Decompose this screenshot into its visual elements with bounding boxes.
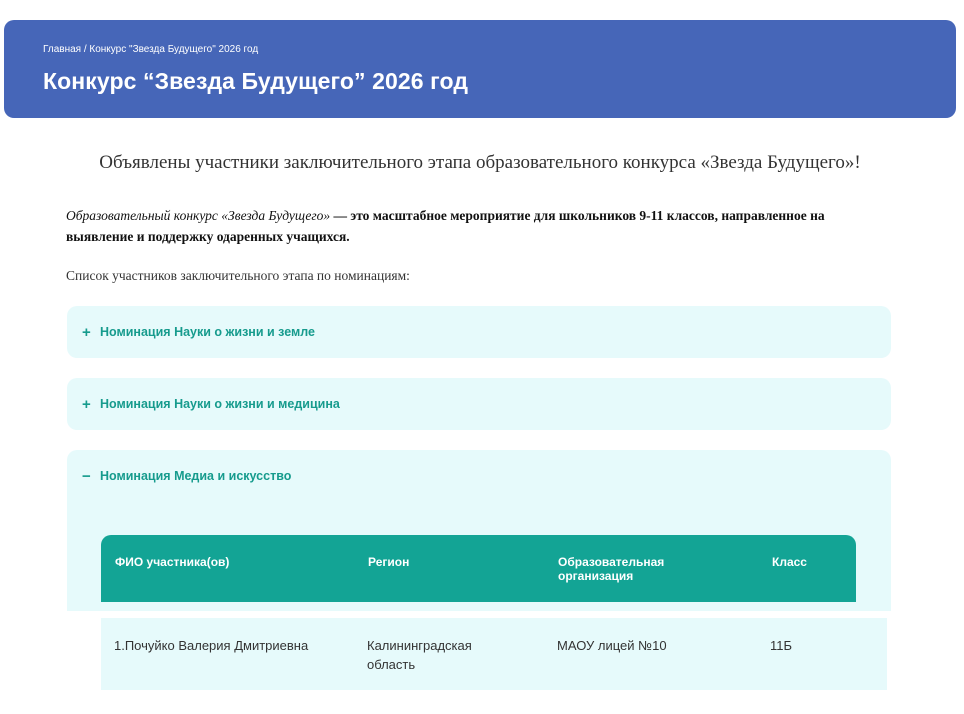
intro-emphasis: Образовательный конкурс «Звезда Будущего… [66,208,331,223]
accordion-header[interactable]: + Номинация Науки о жизни и медицина [67,378,891,430]
accordion-item-life-earth[interactable]: + Номинация Науки о жизни и земле [67,306,891,358]
accordion-label[interactable]: Номинация Науки о жизни и медицина [100,397,340,411]
page-title: Конкурс “Звезда Будущего” 2026 год [43,68,469,94]
column-header-organization: Образовательная организация [558,555,665,583]
minus-icon[interactable]: − [82,468,100,485]
plus-icon[interactable]: + [82,324,100,341]
accordion-item-life-medicine[interactable]: + Номинация Науки о жизни и медицина [67,378,891,430]
column-header-name: ФИО участника(ов) [115,555,230,569]
column-header-region: Регион [368,555,410,569]
table-row: 1.Почуйко Валерия Дмитриевна Калининград… [101,618,887,690]
accordion-label[interactable]: Номинация Науки о жизни и земле [100,325,315,339]
accordion-header[interactable]: − Номинация Медиа и искусство [67,450,891,502]
participant-organization: МАОУ лицей №10 [557,638,667,653]
accordion-label[interactable]: Номинация Медиа и искусство [100,469,291,483]
page-header: Главная / Конкурс "Звезда Будущего" 2026… [4,20,956,118]
column-header-grade: Класс [772,555,807,569]
announcement-title: Объявлены участники заключительного этап… [99,152,861,173]
participant-grade: 11Б [770,638,793,653]
participant-name: 1.Почуйко Валерия Дмитриевна [114,638,309,653]
participant-region: Калининградская область [367,638,472,672]
intro-paragraph: Образовательный конкурс «Звезда Будущего… [66,205,826,247]
breadcrumb[interactable]: Главная / Конкурс "Звезда Будущего" 2026… [43,44,956,56]
plus-icon[interactable]: + [82,396,100,413]
table-header: ФИО участника(ов) Регион Образовательная… [101,535,856,602]
nominations-list-label: Список участников заключительного этапа … [66,268,410,283]
accordion-header[interactable]: + Номинация Науки о жизни и земле [67,306,891,358]
